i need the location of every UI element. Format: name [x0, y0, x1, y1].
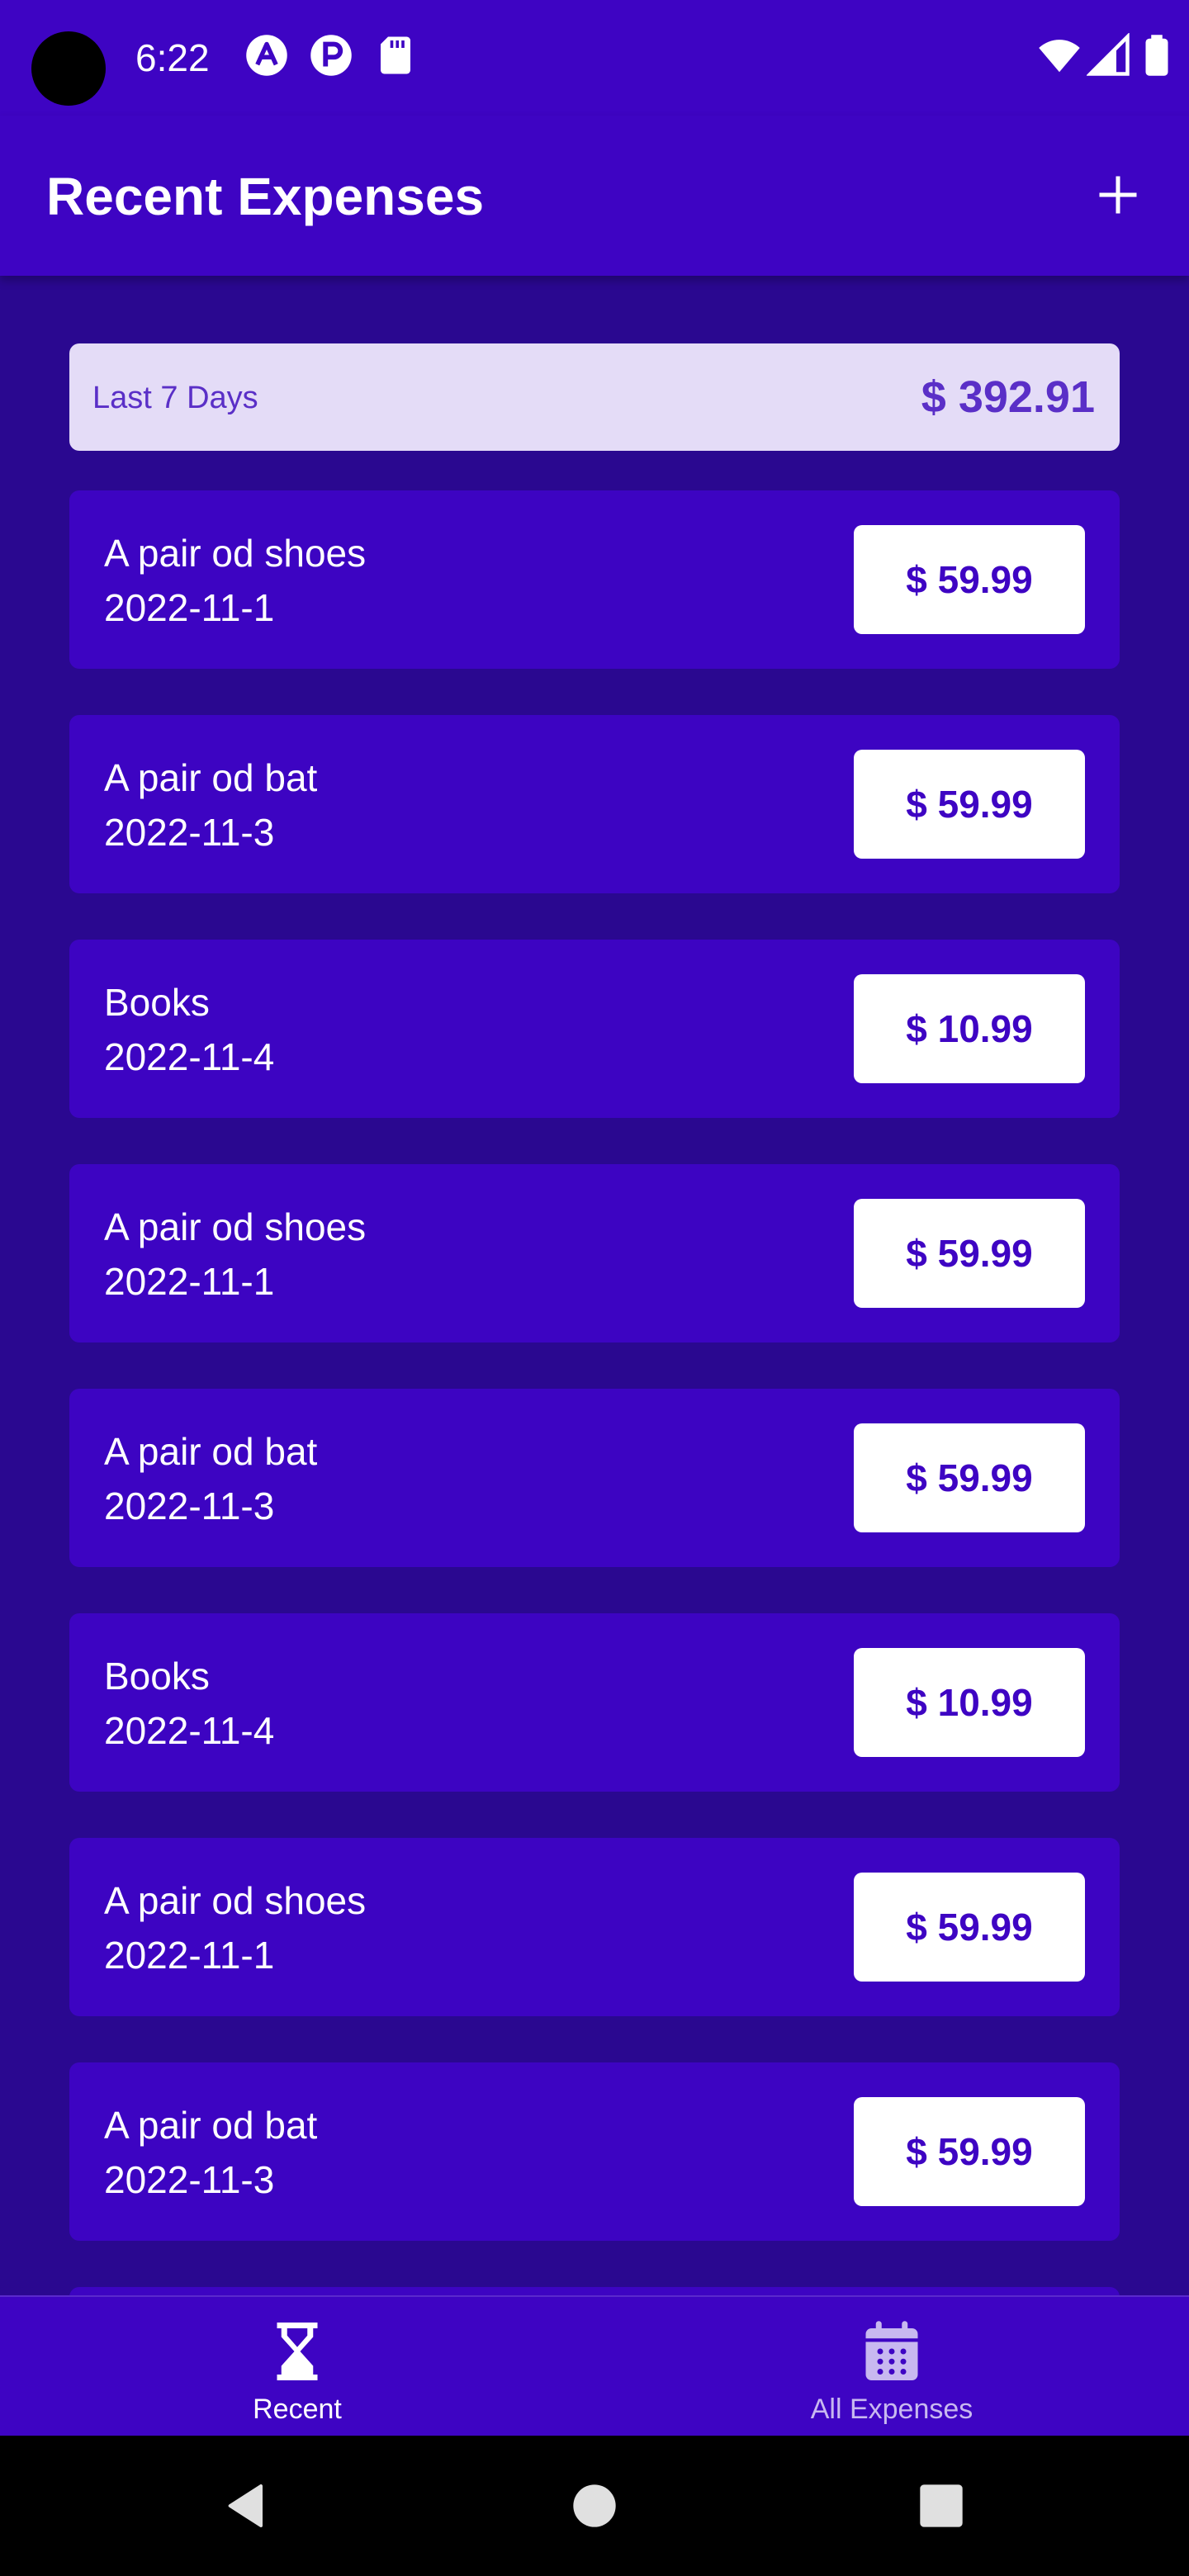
status-time: 6:22 [135, 36, 210, 79]
recents-square-icon [920, 2484, 963, 2527]
summary-total: $ 392.91 [921, 372, 1095, 422]
summary-period-label: Last 7 Days [92, 381, 258, 415]
notification-a-icon [246, 35, 287, 76]
expense-description: A pair od shoes [104, 532, 367, 575]
expense-date: 2022-11-4 [104, 1709, 275, 1752]
bottom-navigation: Recent All Expenses [0, 2295, 1189, 2437]
expense-description: A pair od shoes [104, 1879, 367, 1922]
add-expense-button[interactable] [1083, 160, 1153, 230]
summary-card: Last 7 Days $ 392.91 [69, 343, 1120, 451]
expense-item-partial[interactable] [69, 2287, 1120, 2295]
page-title: Recent Expenses [46, 167, 485, 226]
expense-date: 2022-11-4 [104, 1035, 275, 1078]
battery-icon [1145, 35, 1168, 76]
expense-amount: $ 59.99 [854, 750, 1085, 859]
expense-date: 2022-11-3 [104, 2158, 275, 2201]
expense-item[interactable]: A pair od shoes 2022-11-1 $ 59.99 [69, 1838, 1120, 2016]
expense-list: A pair od shoes 2022-11-1 $ 59.99 A pair… [69, 490, 1120, 2295]
expense-date: 2022-11-3 [104, 1485, 275, 1527]
expense-description: Books [104, 1655, 210, 1698]
expense-description: A pair od bat [104, 1430, 318, 1473]
tab-all-expenses-label: All Expenses [810, 2394, 973, 2425]
recents-button[interactable] [892, 2436, 991, 2576]
home-circle-icon [573, 2484, 616, 2527]
expense-date: 2022-11-1 [104, 1260, 275, 1303]
expense-description: Books [104, 981, 210, 1024]
app-bar: Recent Expenses [0, 116, 1189, 276]
calendar-icon [865, 2321, 918, 2380]
expense-item[interactable]: A pair od bat 2022-11-3 $ 59.99 [69, 1389, 1120, 1567]
expense-description: A pair od shoes [104, 1205, 367, 1248]
camera-cutout [31, 31, 106, 106]
expense-date: 2022-11-1 [104, 1934, 275, 1977]
expense-description: A pair od bat [104, 756, 318, 799]
expense-item[interactable]: A pair od shoes 2022-11-1 $ 59.99 [69, 1164, 1120, 1342]
expense-item[interactable]: A pair od shoes 2022-11-1 $ 59.99 [69, 490, 1120, 669]
expense-date: 2022-11-1 [104, 586, 275, 629]
home-button[interactable] [545, 2436, 644, 2576]
system-navigation-bar [0, 2436, 1189, 2576]
expense-amount: $ 59.99 [854, 525, 1085, 634]
expenses-content[interactable]: Last 7 Days $ 392.91 A pair od shoes 202… [0, 276, 1189, 2295]
sd-card-icon [381, 36, 410, 74]
wifi-icon [1039, 40, 1080, 73]
back-button[interactable] [198, 2436, 297, 2576]
status-bar: 6:22 [0, 0, 1189, 116]
expense-amount: $ 59.99 [854, 1873, 1085, 1982]
cellular-signal-icon [1087, 33, 1130, 76]
tab-recent-label: Recent [253, 2394, 342, 2425]
expense-item[interactable]: Books 2022-11-4 $ 10.99 [69, 1613, 1120, 1792]
plus-icon [1099, 176, 1137, 214]
expense-item[interactable]: Books 2022-11-4 $ 10.99 [69, 940, 1120, 1118]
tab-recent[interactable]: Recent [0, 2297, 594, 2437]
expense-amount: $ 10.99 [854, 974, 1085, 1083]
expense-item[interactable]: A pair od bat 2022-11-3 $ 59.99 [69, 715, 1120, 893]
back-triangle-icon [228, 2484, 263, 2527]
tab-all-expenses[interactable]: All Expenses [594, 2297, 1189, 2437]
expense-amount: $ 59.99 [854, 1423, 1085, 1532]
expense-amount: $ 10.99 [854, 1648, 1085, 1757]
expense-amount: $ 59.99 [854, 2097, 1085, 2206]
notification-p-icon [310, 35, 352, 76]
expense-description: A pair od bat [104, 2104, 318, 2147]
hourglass-icon [277, 2323, 318, 2380]
expense-item[interactable]: A pair od bat 2022-11-3 $ 59.99 [69, 2062, 1120, 2241]
expense-amount: $ 59.99 [854, 1199, 1085, 1308]
expense-date: 2022-11-3 [104, 811, 275, 854]
